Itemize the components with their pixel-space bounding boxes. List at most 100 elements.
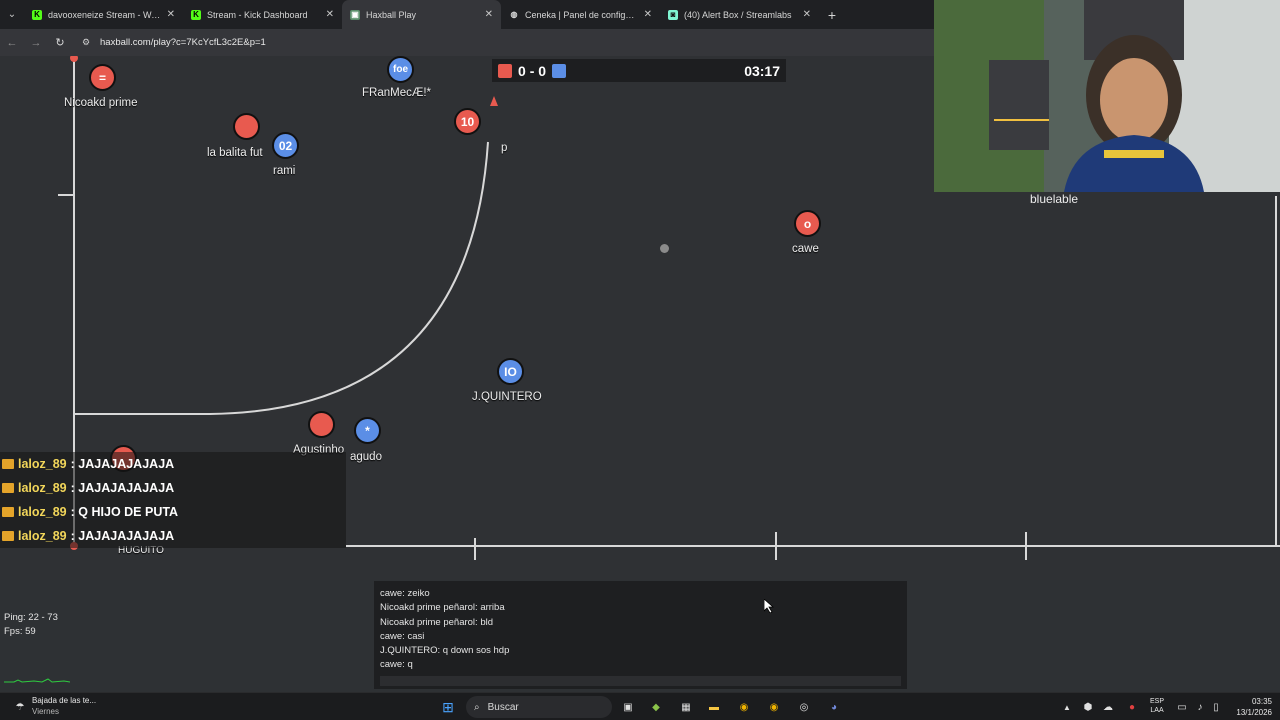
forward-icon[interactable]: → [24,29,48,56]
windows-start-icon[interactable]: ⊞ [438,693,458,720]
tab-kick-stream[interactable]: K davooxeneize Stream - Watch li ✕ [24,0,183,29]
new-tab-button[interactable]: + [819,0,845,29]
game-chat-line: cawe: q [380,659,413,671]
player-disc-blue: foe [387,56,414,83]
player-name: FRanMecÆ!* [362,87,432,99]
game-chat-line: cawe: zeiko [380,588,430,599]
kick-icon: K [191,9,201,20]
player-disc-red [308,411,335,438]
red-team-indicator [498,63,512,78]
calculator-icon[interactable]: ▦ [676,693,696,720]
stream-chat-overlay: laloz_89 : JAJAJAJAJAJA laloz_89 : JAJAJ… [0,452,346,548]
chrome-icon[interactable]: ◉ [734,693,754,720]
tray-app-icon[interactable]: ⬢ [1080,693,1096,720]
close-tab-icon[interactable]: ✕ [485,9,493,20]
player-badge: 10 [460,114,475,129]
game-chat-line: Nicoakd prime peñarol: arriba [380,602,505,614]
chevron-up-icon[interactable]: ▲ [1060,693,1074,720]
player-disc-red [233,113,260,140]
game-chat-input[interactable] [380,676,901,686]
network-icon[interactable]: ▭ [1174,693,1190,720]
clock-date: 13/1/2026 [1236,708,1272,717]
tab-title: Haxball Play [366,9,417,20]
chat-text: JAJAJAJAJAJA [78,529,175,543]
taskbar: ☂ Bajada de las te... Viernes ⊞ ⌕ Buscar… [0,692,1280,720]
reload-icon[interactable]: ↻ [48,29,72,56]
language-indicator[interactable]: ESP LAA [1150,697,1164,715]
penalty-arc [74,141,489,415]
weather-title[interactable]: Bajada de las te... [32,696,96,705]
tab-search-chevron-icon[interactable]: ⌄ [0,0,24,29]
fps-readout: Fps: 59 [4,626,36,637]
player-name: Nicoakd prime [64,97,138,109]
app-icon[interactable]: ◆ [646,693,666,720]
player-badge: foe [393,64,408,75]
stream-chat-message: laloz_89 : JAJAJAJAJAJA [0,452,346,476]
player-name: rami [273,165,296,177]
system-clock[interactable]: 03:35 13/1/2026 [1236,696,1272,718]
crown-badge-icon [2,483,14,493]
cloud-icon[interactable]: ☁ [1100,693,1116,720]
chat-text: JAJAJAJAJAJA [78,481,175,495]
corner-post [70,56,78,62]
blue-score: 0 [538,62,547,79]
match-timer: 03:17 [744,62,780,79]
net-stats: Ping: 22 - 73 Fps: 59 [4,611,58,639]
url-field[interactable]: ⚙ haxball.com/play?c=7KcYcfL3c2E&p=1 [76,32,928,53]
streamlabs-icon: ◙ [668,9,678,20]
keyboard-layout: LAA [1150,707,1164,714]
stream-chat-message: laloz_89 : Q HIJO DE PUTA [0,500,346,524]
player-badge: IO [504,364,517,379]
tab-title: (40) Alert Box / Streamlabs [684,9,792,20]
tab-haxball[interactable]: ▣ Haxball Play ✕ [342,0,501,29]
chrome-profile-icon[interactable]: ◉ [764,693,784,720]
language-code: ESP [1150,698,1165,705]
player-name: la balita fut [207,147,263,159]
obs-icon[interactable]: ◎ [794,693,814,720]
game-ball [660,244,669,253]
microphone-icon[interactable]: ● [1124,693,1140,720]
tab-streamlabs[interactable]: ◙ (40) Alert Box / Streamlabs ✕ [660,0,819,29]
weather-subtitle: Viernes [32,707,59,716]
tab-title: Stream - Kick Dashboard [207,9,308,20]
player-disc-blue: 02 [272,132,299,159]
tab-title: davooxeneize Stream - Watch li [48,9,161,20]
game-chat-line: Nicoakd prime peñarol: bld [380,616,494,628]
file-explorer-icon[interactable]: ▬ [704,693,724,720]
tab-kick-dashboard[interactable]: K Stream - Kick Dashboard ✕ [183,0,342,29]
tab-ceneka[interactable]: ◍ Ceneka | Panel de configuración ✕ [501,0,660,29]
volume-icon[interactable]: ♪ [1192,693,1208,720]
kick-icon: K [32,9,42,20]
url-text: haxball.com/play?c=7KcYcfL3c2E&p=1 [100,37,266,48]
blue-team-indicator [552,63,567,78]
red-score: 0 [518,62,526,79]
chat-username: laloz_89 [18,457,67,471]
goal-post-marker [490,96,498,106]
player-disc-blue: * [354,417,381,444]
task-view-icon[interactable]: ▣ [618,693,638,720]
taskbar-search[interactable]: ⌕ Buscar [466,696,612,718]
stream-chat-message: laloz_89 : JAJAJAJAJAJA [0,476,346,500]
chat-separator: : [70,457,75,471]
close-tab-icon[interactable]: ✕ [326,9,334,20]
close-tab-icon[interactable]: ✕ [167,9,175,20]
webcam-feed [934,0,1280,192]
weather-icon[interactable]: ☂ [10,693,30,720]
search-placeholder: Buscar [487,701,519,713]
close-tab-icon[interactable]: ✕ [644,9,652,20]
chat-separator: : [70,505,75,519]
close-tab-icon[interactable]: ✕ [803,9,811,20]
chat-username: laloz_89 [18,505,67,519]
back-icon[interactable]: ← [0,29,24,56]
crown-badge-icon [2,507,14,517]
player-badge: 02 [278,138,293,153]
battery-icon[interactable]: ▯ [1208,693,1224,720]
discord-icon[interactable]: ◕ [824,693,844,720]
game-chat-line: J.QUINTERO: q down sos hdp [380,645,510,657]
crown-badge-icon [2,459,14,469]
player-name: cawe [792,243,819,255]
chat-username: laloz_89 [18,529,67,543]
player-name: J.QUINTERO [472,391,542,403]
site-info-icon[interactable]: ⚙ [82,37,94,49]
scoreboard: 0 - 0 03:17 [492,59,786,82]
